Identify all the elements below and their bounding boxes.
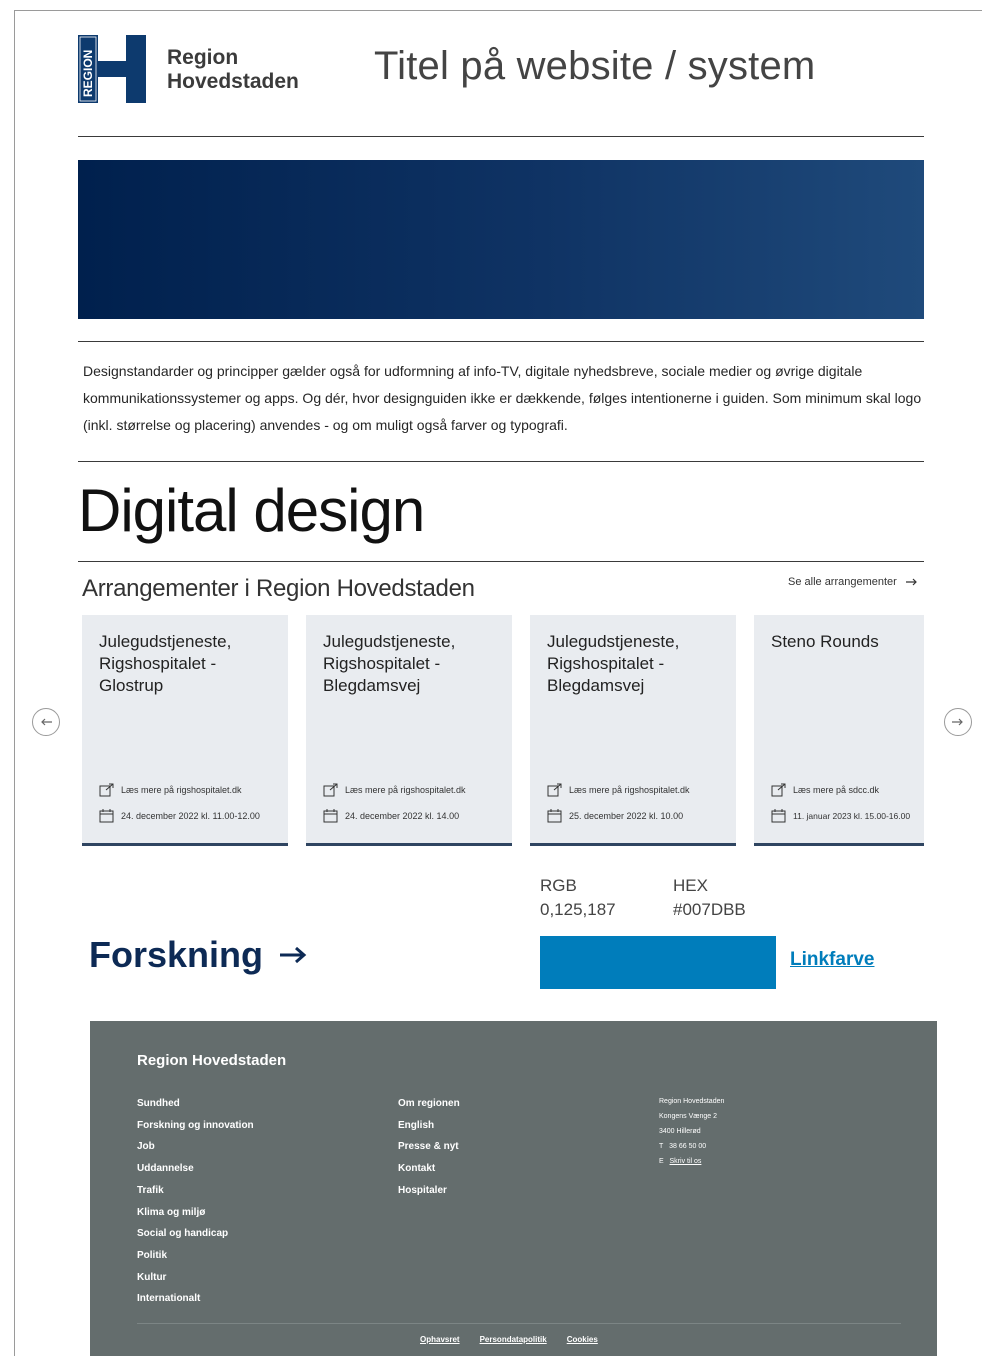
event-card[interactable]: Julegudstjeneste, Rigshospitalet - Blegd… [530, 615, 736, 846]
event-card-date: 24. december 2022 kl. 14.00 [323, 809, 459, 823]
event-card[interactable]: Julegudstjeneste, Rigshospitalet - Glost… [82, 615, 288, 846]
logo-vertical-text: REGION [81, 50, 95, 97]
address-email: E Skriv til os [659, 1154, 724, 1169]
intro-paragraph: Designstandarder og principper gælder og… [83, 363, 922, 433]
link-color-sample[interactable]: Linkfarve [790, 949, 874, 971]
logo-line2: Hovedstaden [167, 70, 299, 93]
address-phone: T 38 66 50 00 [659, 1139, 724, 1154]
footer-brand: Region Hovedstaden [137, 1052, 287, 1069]
arrow-left-icon [41, 718, 52, 726]
arrow-right-icon [952, 718, 963, 726]
see-all-label: Se alle arrangementer [788, 576, 897, 588]
event-card-link-label: Læs mere på rigshospitalet.dk [121, 785, 242, 795]
event-card-link-label: Læs mere på rigshospitalet.dk [569, 785, 690, 795]
footer-link[interactable]: Klima og miljø [137, 1202, 254, 1224]
calendar-icon [771, 809, 786, 823]
page-title: Digital design [78, 477, 425, 544]
footer-legal-links: Ophavsret Persondatapolitik Cookies [420, 1335, 598, 1344]
event-card-link[interactable]: Læs mere på sdcc.dk [771, 783, 879, 797]
event-card-title: Julegudstjeneste, Rigshospitalet - Glost… [99, 632, 232, 695]
event-card-link-label: Læs mere på rigshospitalet.dk [345, 785, 466, 795]
events-section-title: Arrangementer i Region Hovedstaden [82, 575, 475, 602]
forskning-link[interactable]: Forskning [89, 934, 307, 976]
event-card-date-label: 11. januar 2023 kl. 15.00-16.00 [793, 811, 911, 821]
rgb-value: 0,125,187 [540, 900, 616, 919]
carousel-prev-button[interactable] [32, 708, 60, 736]
link-color-swatch [540, 936, 776, 989]
hex-value: #007DBB [673, 900, 746, 919]
footer-link[interactable]: Internationalt [137, 1288, 254, 1310]
hex-label: HEX [673, 876, 708, 895]
header-divider [78, 136, 924, 137]
arrow-right-icon [280, 946, 307, 964]
event-card[interactable]: Julegudstjeneste, Rigshospitalet - Blegd… [306, 615, 512, 846]
legal-link-ophavsret[interactable]: Ophavsret [420, 1335, 460, 1344]
email-label: E [659, 1158, 664, 1165]
external-link-icon [547, 783, 562, 797]
footer-link[interactable]: Kultur [137, 1267, 254, 1289]
logo-line1: Region [167, 46, 239, 69]
footer-address: Region Hovedstaden Kongens Vænge 2 3400 … [659, 1094, 724, 1169]
footer-link[interactable]: Sundhed [137, 1093, 254, 1115]
event-card-link[interactable]: Læs mere på rigshospitalet.dk [99, 783, 242, 797]
hero-banner [78, 160, 924, 319]
hex-spec: HEX #007DBB [673, 874, 746, 922]
arrow-right-icon [905, 578, 917, 586]
calendar-icon [99, 809, 114, 823]
legal-link-persondatapolitik[interactable]: Persondatapolitik [480, 1335, 547, 1344]
legal-link-cookies[interactable]: Cookies [567, 1335, 598, 1344]
calendar-icon [547, 809, 562, 823]
footer-nav-secondary: Om regionen English Presse & nyt Kontakt… [398, 1093, 460, 1202]
footer-link[interactable]: Presse & nyt [398, 1136, 460, 1158]
event-card-link[interactable]: Læs mere på rigshospitalet.dk [547, 783, 690, 797]
see-all-events-link[interactable]: Se alle arrangementer [788, 576, 918, 588]
events-carousel: Julegudstjeneste, Rigshospitalet - Glost… [82, 615, 924, 846]
rgb-label: RGB [540, 876, 577, 895]
title-divider [78, 561, 924, 562]
phone-number[interactable]: 38 66 50 00 [669, 1143, 706, 1150]
forskning-label: Forskning [89, 934, 264, 975]
event-card-link[interactable]: Læs mere på rigshospitalet.dk [323, 783, 466, 797]
event-card-title: Julegudstjeneste, Rigshospitalet - Blegd… [323, 632, 456, 695]
footer-link[interactable]: Job [137, 1136, 254, 1158]
calendar-icon [323, 809, 338, 823]
external-link-icon [771, 783, 786, 797]
event-card-title: Steno Rounds [771, 632, 879, 651]
email-link[interactable]: Skriv til os [670, 1158, 702, 1165]
phone-label: T [659, 1143, 664, 1150]
event-card[interactable]: Steno Rounds Læs mere på sdcc.dk 11. jan… [754, 615, 924, 846]
intro-divider [78, 461, 924, 462]
footer-divider [137, 1323, 901, 1324]
footer-nav-primary: Sundhed Forskning og innovation Job Udda… [137, 1093, 254, 1310]
footer-link[interactable]: Om regionen [398, 1093, 460, 1115]
event-card-date-label: 25. december 2022 kl. 10.00 [569, 811, 684, 821]
event-card-title: Julegudstjeneste, Rigshospitalet - Blegd… [547, 632, 680, 695]
footer-link[interactable]: Uddannelse [137, 1158, 254, 1180]
footer-link[interactable]: Social og handicap [137, 1223, 254, 1245]
footer-link[interactable]: Politik [137, 1245, 254, 1267]
carousel-next-button[interactable] [944, 708, 972, 736]
event-card-date: 25. december 2022 kl. 10.00 [547, 809, 683, 823]
external-link-icon [99, 783, 114, 797]
site-title: Titel på website / system [374, 44, 816, 88]
event-card-date-label: 24. december 2022 kl. 14.00 [345, 811, 460, 821]
footer-link[interactable]: Forskning og innovation [137, 1115, 254, 1137]
event-card-date: 11. januar 2023 kl. 15.00-16.00 [771, 809, 910, 823]
logo-wordmark: Region Hovedstaden [167, 46, 299, 94]
address-name: Region Hovedstaden [659, 1098, 725, 1105]
event-card-link-label: Læs mere på sdcc.dk [793, 785, 880, 795]
event-card-date-label: 24. december 2022 kl. 11.00-12.00 [121, 811, 260, 821]
event-card-date: 24. december 2022 kl. 11.00-12.00 [99, 809, 260, 823]
site-footer: Region Hovedstaden Sundhed Forskning og … [90, 1021, 937, 1356]
address-city: 3400 Hillerød [659, 1128, 701, 1135]
footer-link[interactable]: English [398, 1115, 460, 1137]
footer-link[interactable]: Kontakt [398, 1158, 460, 1180]
footer-link[interactable]: Trafik [137, 1180, 254, 1202]
hero-divider [78, 341, 924, 342]
external-link-icon [323, 783, 338, 797]
address-street: Kongens Vænge 2 [659, 1113, 717, 1120]
footer-link[interactable]: Hospitaler [398, 1180, 460, 1202]
rgb-spec: RGB 0,125,187 [540, 874, 616, 922]
region-h-logo[interactable]: REGION [78, 35, 146, 103]
